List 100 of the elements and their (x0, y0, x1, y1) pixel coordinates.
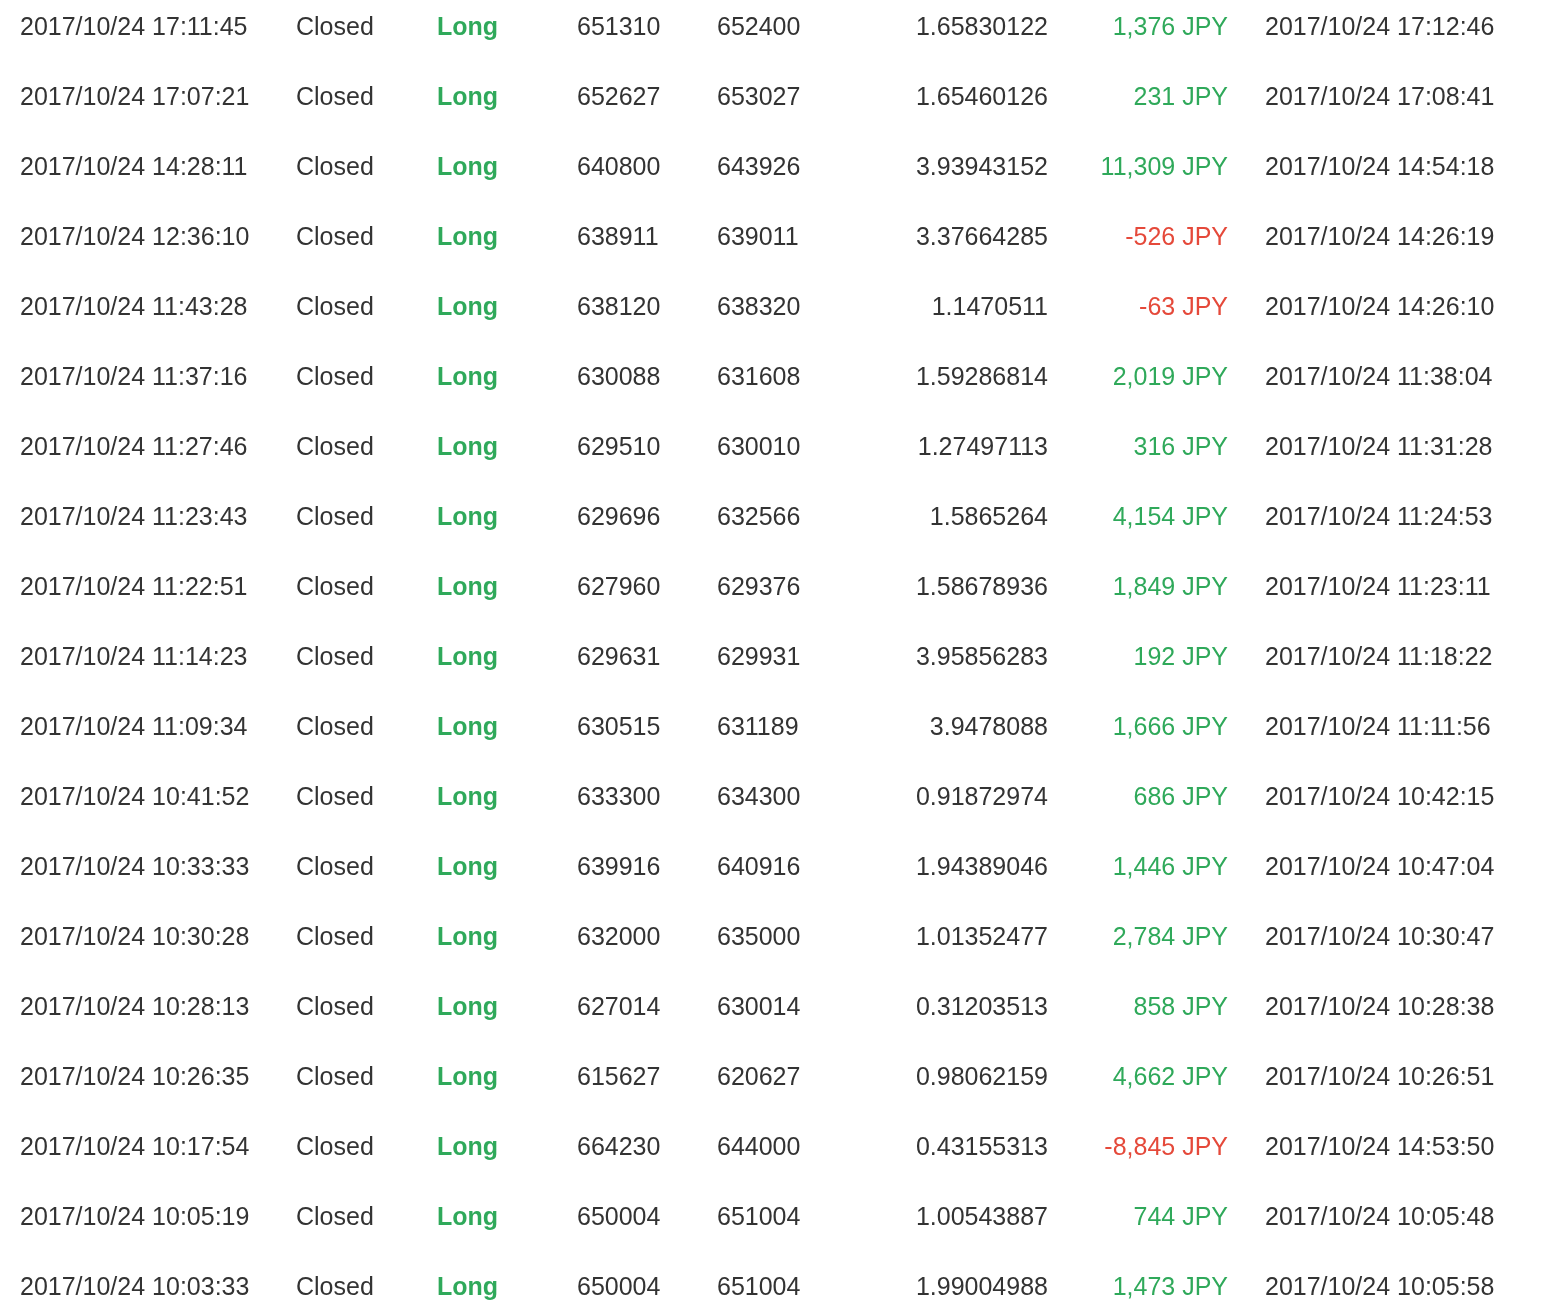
close-time: 2017/10/24 11:38:04 (1265, 362, 1493, 391)
profit-text: 744 JPY (1133, 1202, 1228, 1231)
amount-text: 0.98062159 (915, 1062, 1048, 1091)
entry-price: 629631 (577, 642, 661, 671)
profit-text: 1,376 JPY (1112, 12, 1228, 41)
side-text: Long (437, 12, 499, 41)
profit-text: -63 JPY (1139, 292, 1228, 321)
exit-price: 630010 (717, 432, 801, 461)
side-text: Long (437, 432, 499, 461)
profit-text: 2,019 JPY (1112, 362, 1228, 391)
close-time: 2017/10/24 14:54:18 (1265, 152, 1495, 181)
amount-text: 3.95856283 (915, 642, 1048, 671)
open-time: 2017/10/24 10:33:33 (20, 852, 250, 881)
close-time: 2017/10/24 11:23:11 (1265, 572, 1491, 601)
exit-price: 639011 (717, 222, 799, 251)
amount-text: 0.31203513 (915, 992, 1048, 1021)
open-time: 2017/10/24 11:43:28 (20, 292, 248, 321)
open-time: 2017/10/24 10:03:33 (20, 1272, 250, 1301)
side-text: Long (437, 152, 499, 181)
close-time: 2017/10/24 11:31:28 (1265, 432, 1493, 461)
open-time: 2017/10/24 11:14:23 (20, 642, 248, 671)
profit-text: 858 JPY (1133, 992, 1228, 1021)
side-text: Long (437, 922, 499, 951)
entry-price: 629696 (577, 502, 661, 531)
exit-price: 632566 (717, 502, 801, 531)
status-text: Closed (296, 82, 374, 111)
profit-text: 1,849 JPY (1112, 572, 1228, 601)
amount-text: 3.93943152 (915, 152, 1048, 181)
open-time: 2017/10/24 10:26:35 (20, 1062, 250, 1091)
status-text: Closed (296, 712, 374, 741)
amount-text: 1.99004988 (915, 1272, 1048, 1301)
close-time: 2017/10/24 11:24:53 (1265, 502, 1493, 531)
close-time: 2017/10/24 14:53:50 (1265, 1132, 1495, 1161)
close-time: 2017/10/24 10:26:51 (1265, 1062, 1495, 1091)
exit-price: 630014 (717, 992, 801, 1021)
status-text: Closed (296, 362, 374, 391)
exit-price: 638320 (717, 292, 801, 321)
profit-text: 686 JPY (1133, 782, 1228, 811)
profit-text: -8,845 JPY (1104, 1132, 1228, 1161)
status-text: Closed (296, 992, 374, 1021)
status-text: Closed (296, 12, 374, 41)
exit-price: 634300 (717, 782, 801, 811)
open-time: 2017/10/24 10:05:19 (20, 1202, 250, 1231)
side-text: Long (437, 572, 499, 601)
profit-text: 11,309 JPY (1100, 152, 1228, 181)
side-text: Long (437, 1062, 499, 1091)
exit-price: 631189 (717, 712, 799, 741)
open-time: 2017/10/24 10:28:13 (20, 992, 250, 1021)
entry-price: 640800 (577, 152, 661, 181)
side-text: Long (437, 782, 499, 811)
profit-text: 4,154 JPY (1112, 502, 1228, 531)
status-text: Closed (296, 1132, 374, 1161)
amount-text: 1.65460126 (915, 82, 1048, 111)
entry-price: 639916 (577, 852, 661, 881)
close-time: 2017/10/24 10:28:38 (1265, 992, 1495, 1021)
entry-price: 632000 (577, 922, 661, 951)
entry-price: 650004 (577, 1202, 661, 1231)
close-time: 2017/10/24 11:18:22 (1265, 642, 1493, 671)
profit-text: 2,784 JPY (1112, 922, 1228, 951)
amount-text: 1.58678936 (915, 572, 1048, 601)
side-text: Long (437, 642, 499, 671)
close-time: 2017/10/24 17:08:41 (1265, 82, 1495, 111)
close-time: 2017/10/24 17:12:46 (1265, 12, 1495, 41)
exit-price: 620627 (717, 1062, 801, 1091)
status-text: Closed (296, 292, 374, 321)
amount-text: 0.43155313 (915, 1132, 1048, 1161)
open-time: 2017/10/24 10:41:52 (20, 782, 250, 811)
exit-price: 629931 (717, 642, 801, 671)
status-text: Closed (296, 1272, 374, 1301)
close-time: 2017/10/24 14:26:10 (1265, 292, 1495, 321)
amount-text: 0.91872974 (915, 782, 1048, 811)
side-text: Long (437, 1132, 499, 1161)
entry-price: 652627 (577, 82, 661, 111)
close-time: 2017/10/24 14:26:19 (1265, 222, 1495, 251)
profit-text: 4,662 JPY (1112, 1062, 1228, 1091)
status-text: Closed (296, 1202, 374, 1231)
exit-price: 631608 (717, 362, 801, 391)
profit-text: 1,446 JPY (1112, 852, 1228, 881)
amount-text: 1.1470511 (931, 292, 1048, 321)
amount-text: 3.9478088 (929, 712, 1048, 741)
entry-price: 615627 (577, 1062, 661, 1091)
entry-price: 630515 (577, 712, 661, 741)
side-text: Long (437, 1202, 499, 1231)
entry-price: 664230 (577, 1132, 661, 1161)
amount-text: 1.59286814 (915, 362, 1048, 391)
profit-text: 316 JPY (1133, 432, 1228, 461)
amount-text: 1.27497113 (917, 432, 1048, 461)
entry-price: 630088 (577, 362, 661, 391)
close-time: 2017/10/24 11:11:56 (1265, 712, 1491, 741)
amount-text: 1.5865264 (929, 502, 1048, 531)
exit-price: 629376 (717, 572, 801, 601)
profit-text: -526 JPY (1125, 222, 1228, 251)
exit-price: 653027 (717, 82, 801, 111)
status-text: Closed (296, 852, 374, 881)
amount-text: 1.94389046 (915, 852, 1048, 881)
close-time: 2017/10/24 10:05:48 (1265, 1202, 1495, 1231)
exit-price: 635000 (717, 922, 801, 951)
close-time: 2017/10/24 10:05:58 (1265, 1272, 1495, 1301)
side-text: Long (437, 1272, 499, 1301)
open-time: 2017/10/24 12:36:10 (20, 222, 250, 251)
